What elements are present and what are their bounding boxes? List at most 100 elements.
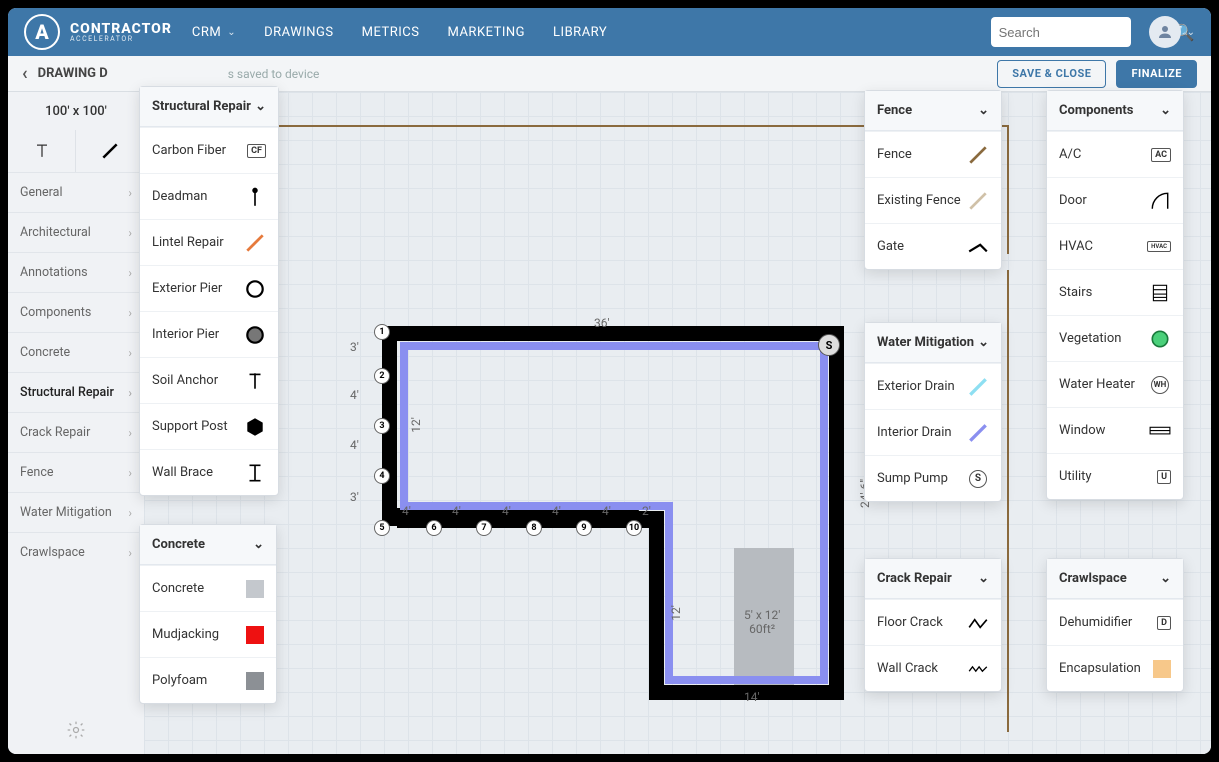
dim-4f: 4' [552,504,561,518]
chevron-down-icon: ⌄ [255,99,266,114]
item-dehumidifier[interactable]: DehumidifierD [1047,599,1183,645]
chevron-down-icon: ⌄ [1160,103,1171,118]
item-fence[interactable]: Fence [865,131,1001,177]
item-exterior-drain[interactable]: Exterior Drain [865,363,1001,409]
dim-4g: 4' [602,504,611,518]
dim-4e: 4' [502,504,511,518]
sidebar-item-crawlspace[interactable]: Crawlspace› [8,532,144,572]
panel-crack-repair: Crack Repair⌄ Floor Crack Wall Crack [864,558,1002,692]
search-box[interactable]: 🔍 [991,17,1131,47]
panel-header[interactable]: Concrete⌄ [140,525,276,565]
door-arc-icon [1149,190,1171,212]
vegetation-icon [1149,328,1171,350]
sidebar-item-annotations[interactable]: Annotations› [8,252,144,292]
ac-icon: AC [1151,148,1171,162]
line-tool[interactable] [76,130,144,172]
sump-pump-marker[interactable]: S [818,334,840,356]
item-floor-crack[interactable]: Floor Crack [865,599,1001,645]
d-icon: D [1157,616,1171,630]
item-exterior-pier[interactable]: Exterior Pier [140,265,278,311]
panel-header[interactable]: Structural Repair⌄ [140,87,278,127]
pier-marker[interactable]: 6 [426,520,442,536]
nav-library[interactable]: LIBRARY [553,25,607,40]
item-sump-pump[interactable]: Sump PumpS [865,455,1001,501]
sidebar-item-components[interactable]: Components› [8,292,144,332]
pier-marker[interactable]: 9 [576,520,592,536]
item-interior-drain[interactable]: Interior Drain [865,409,1001,455]
chevron-right-icon: › [128,506,132,520]
pier-marker[interactable]: 10 [626,520,642,536]
item-deadman[interactable]: Deadman [140,173,278,219]
sidebar-item-crack-repair[interactable]: Crack Repair› [8,412,144,452]
item-support-post[interactable]: Support Post [140,403,278,449]
panel-header[interactable]: Fence⌄ [865,91,1001,131]
pier-marker[interactable]: 1 [374,324,390,340]
item-wall-crack[interactable]: Wall Crack [865,645,1001,691]
user-avatar[interactable] [1149,16,1181,48]
drawing-canvas[interactable]: 60' 9" 18' 12' S 1 2 3 4 5 6 [144,92,1211,754]
panel-header[interactable]: Crawlspace⌄ [1047,559,1183,599]
item-concrete[interactable]: Concrete [140,565,276,611]
sidebar-item-architectural[interactable]: Architectural› [8,212,144,252]
sidebar-item-structural-repair[interactable]: Structural Repair› [8,372,144,412]
item-door[interactable]: Door [1047,177,1183,223]
panel-components: Components⌄ A/CAC Door HVACHVAC Stairs V… [1046,90,1184,500]
chevron-right-icon: › [128,546,132,560]
nav-crm[interactable]: CRM⌄ [192,25,236,40]
item-hvac[interactable]: HVACHVAC [1047,223,1183,269]
item-mudjacking[interactable]: Mudjacking [140,611,276,657]
pier-marker[interactable]: 2 [374,368,390,384]
chevron-right-icon: › [128,346,132,360]
save-close-button[interactable]: SAVE & CLOSE [997,60,1106,88]
pier-marker[interactable]: 5 [374,520,390,536]
item-window[interactable]: Window [1047,407,1183,453]
nav-metrics[interactable]: METRICS [362,25,420,40]
item-existing-fence[interactable]: Existing Fence [865,177,1001,223]
line-faded-icon [967,190,989,212]
panel-header[interactable]: Crack Repair⌄ [865,559,1001,599]
hvac-icon: HVAC [1147,241,1171,252]
chevron-down-icon[interactable]: ⌄ [1187,27,1195,38]
sidebar-item-concrete[interactable]: Concrete› [8,332,144,372]
pier-marker[interactable]: 4 [374,468,390,484]
item-polyfoam[interactable]: Polyfoam [140,657,276,703]
item-soil-anchor[interactable]: Soil Anchor [140,357,278,403]
item-ac[interactable]: A/CAC [1047,131,1183,177]
pier-marker[interactable]: 7 [476,520,492,536]
stairs-icon [1149,282,1171,304]
logo-mark-icon: A [24,14,60,50]
pier-marker[interactable]: 3 [374,418,390,434]
save-status: s saved to device [228,67,320,81]
person-icon [1156,23,1174,41]
item-lintel-repair[interactable]: Lintel Repair [140,219,278,265]
sidebar-item-fence[interactable]: Fence› [8,452,144,492]
text-tool[interactable] [8,130,76,172]
item-stairs[interactable]: Stairs [1047,269,1183,315]
sidebar-item-water-mitigation[interactable]: Water Mitigation› [8,492,144,532]
finalize-button[interactable]: FINALIZE [1116,60,1197,88]
gate-icon [967,236,989,258]
panel-structural-repair: Structural Repair⌄ Carbon FiberCF Deadma… [139,86,279,496]
logo-text: CONTRACTOR ACCELERATOR [70,22,172,43]
item-utility[interactable]: UtilityU [1047,453,1183,499]
line-icon [967,376,989,398]
item-wall-brace[interactable]: Wall Brace [140,449,278,495]
panel-header[interactable]: Components⌄ [1047,91,1183,131]
item-vegetation[interactable]: Vegetation [1047,315,1183,361]
chevron-down-icon: ⌄ [978,335,989,350]
item-water-heater[interactable]: Water HeaterWH [1047,361,1183,407]
item-gate[interactable]: Gate [865,223,1001,269]
nav-marketing[interactable]: MARKETING [447,25,525,40]
item-interior-pier[interactable]: Interior Pier [140,311,278,357]
item-carbon-fiber[interactable]: Carbon FiberCF [140,127,278,173]
settings-button[interactable] [8,720,144,740]
back-button[interactable]: ‹ [22,63,28,84]
panel-header[interactable]: Water Mitigation⌄ [865,323,1001,363]
item-encapsulation[interactable]: Encapsulation [1047,645,1183,691]
app-logo[interactable]: A CONTRACTOR ACCELERATOR [24,14,172,50]
sidebar-item-general[interactable]: General› [8,172,144,212]
zigzag-small-icon [967,658,989,680]
pier-marker[interactable]: 8 [526,520,542,536]
slab-label: 5' x 12'60ft² [744,608,780,636]
nav-drawings[interactable]: DRAWINGS [264,25,334,40]
